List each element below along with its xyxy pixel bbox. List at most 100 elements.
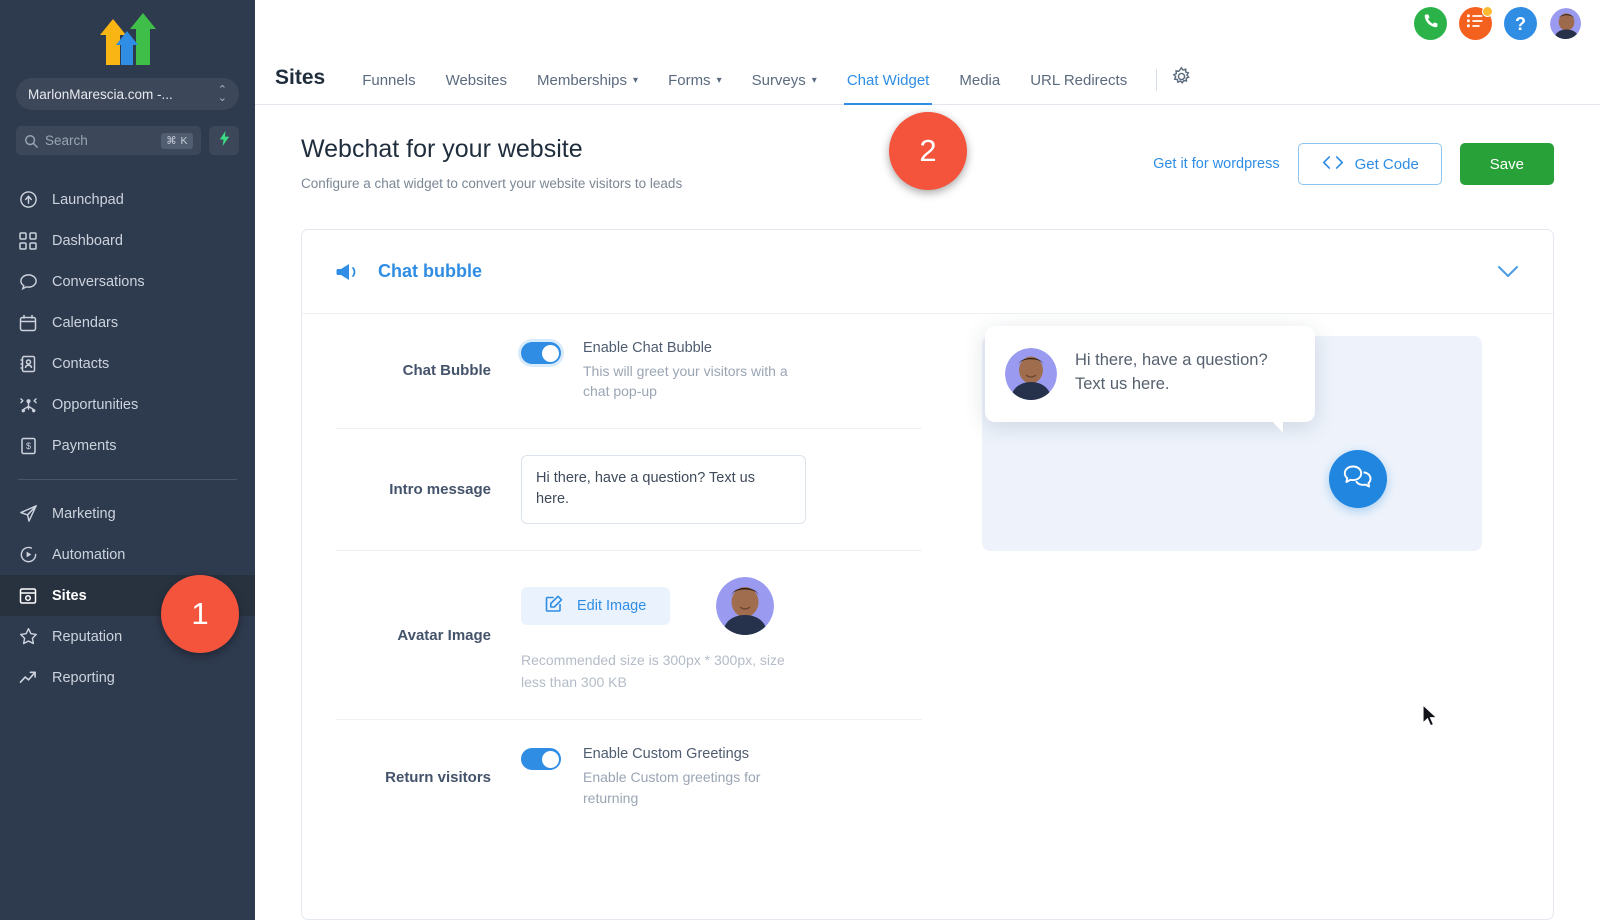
tab-surveys[interactable]: Surveys ▾ xyxy=(737,72,832,104)
setting-label: Intro message xyxy=(389,480,491,498)
webchat-page-title: Webchat for your website xyxy=(301,135,583,163)
setting-title: Enable Chat Bubble xyxy=(583,340,712,356)
play-circle-icon xyxy=(18,545,38,565)
setting-control xyxy=(521,454,922,525)
wordpress-link[interactable]: Get it for wordpress xyxy=(1153,156,1280,172)
tab-websites[interactable]: Websites xyxy=(431,72,522,104)
search-row: Search ⌘ K xyxy=(16,126,239,155)
app-root: MarlonMarescia.com -... ⌃ ⌄ Search ⌘ K L… xyxy=(0,0,1600,920)
tab-media[interactable]: Media xyxy=(944,72,1015,104)
chat-bubbles-icon xyxy=(1343,464,1373,495)
page-title: Sites xyxy=(275,66,326,89)
preview-column: Hi there, have a question? Text us here. xyxy=(922,314,1553,834)
setting-label: Avatar Image xyxy=(397,626,491,644)
sidebar-item-dashboard[interactable]: Dashboard xyxy=(0,220,255,261)
tab-label: Media xyxy=(959,72,1001,89)
sidebar-label: Marketing xyxy=(52,505,116,522)
sidebar-item-contacts[interactable]: Contacts xyxy=(0,343,255,384)
chat-bubble-card-header[interactable]: Chat bubble xyxy=(302,230,1553,314)
setting-description: Enable Custom greetings for returning xyxy=(583,769,761,806)
get-code-label: Get Code xyxy=(1354,155,1419,173)
avatar-thumbnail[interactable] xyxy=(716,577,775,636)
edit-pencil-square-icon xyxy=(545,595,563,617)
chat-widget-preview: Hi there, have a question? Text us here. xyxy=(982,326,1482,551)
tab-funnels[interactable]: Funnels xyxy=(347,72,430,104)
sidebar-item-opportunities[interactable]: Opportunities xyxy=(0,384,255,425)
calendar-icon xyxy=(18,313,38,333)
phone-call-button[interactable] xyxy=(1414,7,1447,40)
sidebar-label: Reputation xyxy=(52,628,123,645)
sidebar-label: Reporting xyxy=(52,669,115,686)
sidebar-label: Contacts xyxy=(52,355,110,372)
sidebar: MarlonMarescia.com -... ⌃ ⌄ Search ⌘ K L… xyxy=(0,0,255,920)
tab-label: Websites xyxy=(445,72,507,89)
sidebar-label: Launchpad xyxy=(52,191,124,208)
search-input[interactable]: Search ⌘ K xyxy=(16,126,201,155)
sidebar-label: Opportunities xyxy=(52,396,139,413)
tasks-button[interactable] xyxy=(1459,6,1493,40)
setting-row-avatar-image: Avatar Image Edit Image Recommended size… xyxy=(336,551,922,721)
avatar-row: Edit Image xyxy=(521,577,775,636)
help-button[interactable]: ? xyxy=(1504,7,1537,40)
enable-custom-greetings-toggle[interactable] xyxy=(521,748,561,771)
setting-description: This will greet your visitors with a cha… xyxy=(583,363,788,400)
sidebar-item-calendars[interactable]: Calendars xyxy=(0,302,255,343)
enable-chat-bubble-toggle[interactable] xyxy=(521,342,561,364)
sidebar-item-reporting[interactable]: Reporting xyxy=(0,657,255,698)
star-icon xyxy=(18,627,38,647)
chat-bubble-card-body: Chat Bubble Enable Chat Bubble This will… xyxy=(302,314,1553,834)
tab-url-redirects[interactable]: URL Redirects xyxy=(1015,72,1142,104)
chevron-down-icon[interactable] xyxy=(1497,265,1519,278)
workspace-name: MarlonMarescia.com -... xyxy=(28,86,173,102)
trend-up-arrow-icon xyxy=(18,668,38,688)
sidebar-item-automation[interactable]: Automation xyxy=(0,534,255,575)
sidebar-item-payments[interactable]: $ Payments xyxy=(0,425,255,466)
tab-label: URL Redirects xyxy=(1030,72,1128,89)
page-header-actions: Get it for wordpress Get Code Save xyxy=(1153,135,1554,185)
sidebar-label: Calendars xyxy=(52,314,119,331)
toggle-knob xyxy=(541,750,559,768)
tab-label: Memberships xyxy=(537,72,628,89)
sidebar-item-conversations[interactable]: Conversations xyxy=(0,261,255,302)
tab-label: Surveys xyxy=(751,72,806,89)
svg-text:$: $ xyxy=(25,441,30,451)
sidebar-label: Sites xyxy=(52,587,87,604)
edit-image-label: Edit Image xyxy=(577,598,647,615)
tab-forms[interactable]: Forms ▾ xyxy=(653,72,737,104)
code-brackets-icon xyxy=(1321,155,1345,174)
settings-button[interactable] xyxy=(1171,66,1200,104)
avatar[interactable] xyxy=(1549,7,1582,40)
quick-actions-button[interactable] xyxy=(209,126,239,155)
workspace-selector[interactable]: MarlonMarescia.com -... ⌃ ⌄ xyxy=(16,78,239,110)
step-badge-2: 2 xyxy=(889,112,967,190)
search-icon xyxy=(24,134,38,148)
webchat-page-subtitle: Configure a chat widget to convert your … xyxy=(301,176,683,191)
chat-launcher-button[interactable] xyxy=(1329,450,1387,508)
phone-icon xyxy=(1423,13,1439,34)
intro-message-input[interactable] xyxy=(521,454,806,525)
get-code-button[interactable]: Get Code xyxy=(1297,143,1442,185)
gear-icon xyxy=(1171,66,1192,92)
question-mark-icon: ? xyxy=(1515,13,1526,34)
save-button[interactable]: Save xyxy=(1459,143,1554,185)
notification-badge xyxy=(1482,6,1493,17)
setting-text: Enable Custom Greetings Enable Custom gr… xyxy=(583,746,798,808)
edit-image-button[interactable]: Edit Image xyxy=(521,587,671,626)
sites-window-icon xyxy=(18,586,38,606)
tab-label: Chat Widget xyxy=(846,72,930,89)
preview-avatar xyxy=(1005,348,1057,400)
preview-chat-bubble: Hi there, have a question? Text us here. xyxy=(985,326,1315,433)
sidebar-item-launchpad[interactable]: Launchpad xyxy=(0,179,255,220)
tab-chat-widget[interactable]: Chat Widget xyxy=(832,72,945,105)
sidebar-label: Automation xyxy=(52,546,126,563)
setting-label: Return visitors xyxy=(385,768,491,786)
sidebar-divider xyxy=(18,479,237,480)
tab-memberships[interactable]: Memberships ▾ xyxy=(522,72,653,104)
toggle-knob xyxy=(541,344,559,362)
sidebar-item-marketing[interactable]: Marketing xyxy=(0,493,255,534)
setting-text: Enable Chat Bubble This will greet your … xyxy=(583,340,798,402)
setting-control: Edit Image Recommended size is 300px * 3… xyxy=(521,577,922,693)
logo-container xyxy=(0,0,255,78)
section-navbar: Sites Funnels Websites Memberships ▾ For… xyxy=(255,47,1600,105)
page-header-left: Webchat for your website Configure a cha… xyxy=(301,135,1153,191)
